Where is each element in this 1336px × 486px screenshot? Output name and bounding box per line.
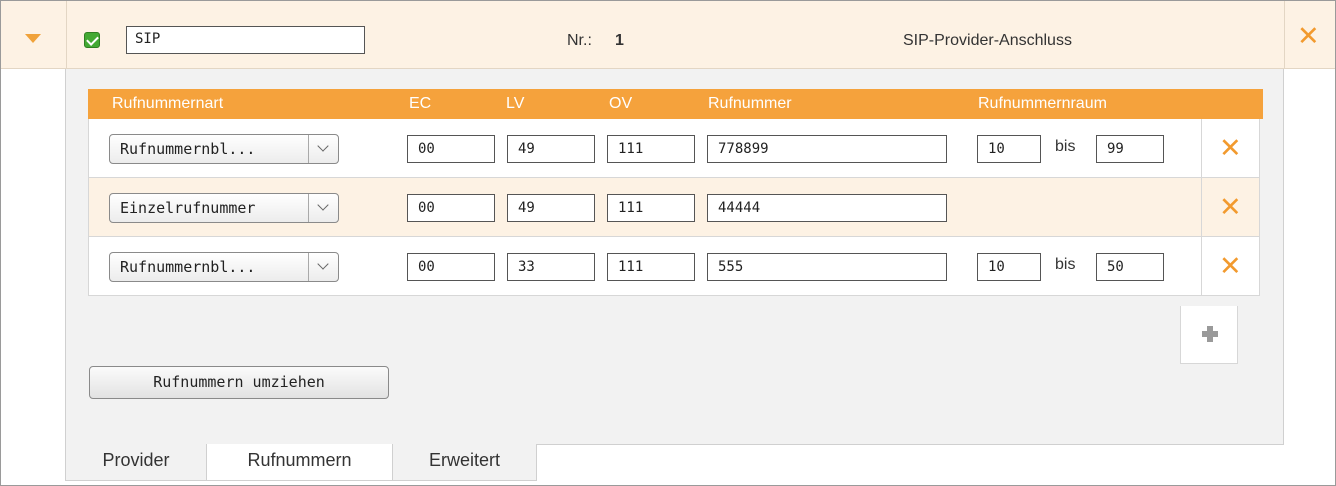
close-icon[interactable]: ✕ [1297, 23, 1320, 50]
ec-input[interactable]: 00 [407, 135, 495, 163]
table-row: Einzelrufnummer 00 49 111 44444 [88, 178, 1202, 237]
number-input[interactable]: 555 [707, 253, 947, 281]
table-row: Rufnummernbl... 00 49 111 778899 10 bis … [88, 119, 1202, 178]
nr-value: 1 [615, 32, 624, 49]
chevron-down-icon[interactable] [308, 194, 338, 222]
provider-header: SIP Nr.: 1 SIP-Provider-Anschluss ✕ [1, 1, 1335, 69]
number-type-value: Rufnummernbl... [120, 140, 256, 158]
ov-input[interactable]: 111 [607, 135, 695, 163]
add-row-button[interactable] [1180, 306, 1238, 364]
collapse-toggle[interactable] [1, 1, 67, 69]
number-type-select[interactable]: Rufnummernbl... [109, 252, 339, 282]
range-to-input[interactable]: 99 [1096, 135, 1164, 163]
number-type-value: Einzelrufnummer [120, 199, 256, 217]
column-header-rufnummernart: Rufnummernart [112, 95, 224, 112]
ec-input[interactable]: 00 [407, 253, 495, 281]
remove-provider-button[interactable]: ✕ [1284, 1, 1335, 69]
column-header-rufnummer: Rufnummer [708, 95, 792, 112]
range-from-input[interactable]: 10 [977, 135, 1041, 163]
tab-rufnummern[interactable]: Rufnummern [206, 444, 393, 481]
chevron-down-icon[interactable] [308, 135, 338, 163]
sip-provider-card: SIP Nr.: 1 SIP-Provider-Anschluss ✕ Rufn… [0, 0, 1336, 486]
table-header: Rufnummernart EC LV OV Rufnummer Rufnumm… [88, 89, 1263, 119]
range-separator: bis [1055, 138, 1076, 155]
close-icon[interactable]: ✕ [1219, 253, 1242, 280]
column-header-rufnummernraum: Rufnummernraum [978, 95, 1107, 112]
provider-type-label: SIP-Provider-Anschluss [903, 32, 1072, 49]
chevron-down-icon[interactable] [308, 253, 338, 281]
number-type-value: Rufnummernbl... [120, 258, 256, 276]
column-header-lv: LV [506, 95, 525, 112]
delete-row-button[interactable]: ✕ [1202, 237, 1260, 296]
delete-row-button[interactable]: ✕ [1202, 178, 1260, 237]
chevron-down-icon[interactable] [25, 34, 41, 43]
number-type-select[interactable]: Einzelrufnummer [109, 193, 339, 223]
move-numbers-button[interactable]: Rufnummern umziehen [89, 366, 389, 399]
close-icon[interactable]: ✕ [1219, 135, 1242, 162]
range-to-input[interactable]: 50 [1096, 253, 1164, 281]
delete-row-button[interactable]: ✕ [1202, 119, 1260, 178]
plus-icon[interactable] [1202, 326, 1218, 342]
tab-provider[interactable]: Provider [65, 444, 207, 481]
lv-input[interactable]: 33 [507, 253, 595, 281]
number-input[interactable]: 44444 [707, 194, 947, 222]
ov-input[interactable]: 111 [607, 194, 695, 222]
enabled-checkbox[interactable] [84, 32, 100, 48]
provider-name-input[interactable]: SIP [126, 26, 365, 54]
table-row: Rufnummernbl... 00 33 111 555 10 bis 50 [88, 237, 1202, 296]
ec-input[interactable]: 00 [407, 194, 495, 222]
number-input[interactable]: 778899 [707, 135, 947, 163]
column-header-ov: OV [609, 95, 633, 112]
tab-erweitert[interactable]: Erweitert [392, 444, 537, 481]
range-separator: bis [1055, 256, 1076, 273]
lv-input[interactable]: 49 [507, 194, 595, 222]
column-header-ec: EC [409, 95, 432, 112]
lv-input[interactable]: 49 [507, 135, 595, 163]
ov-input[interactable]: 111 [607, 253, 695, 281]
close-icon[interactable]: ✕ [1219, 194, 1242, 221]
range-from-input[interactable]: 10 [977, 253, 1041, 281]
nr-label: Nr.: [567, 32, 592, 49]
rufnummern-tab-panel: Rufnummernart EC LV OV Rufnummer Rufnumm… [65, 69, 1284, 445]
number-type-select[interactable]: Rufnummernbl... [109, 134, 339, 164]
